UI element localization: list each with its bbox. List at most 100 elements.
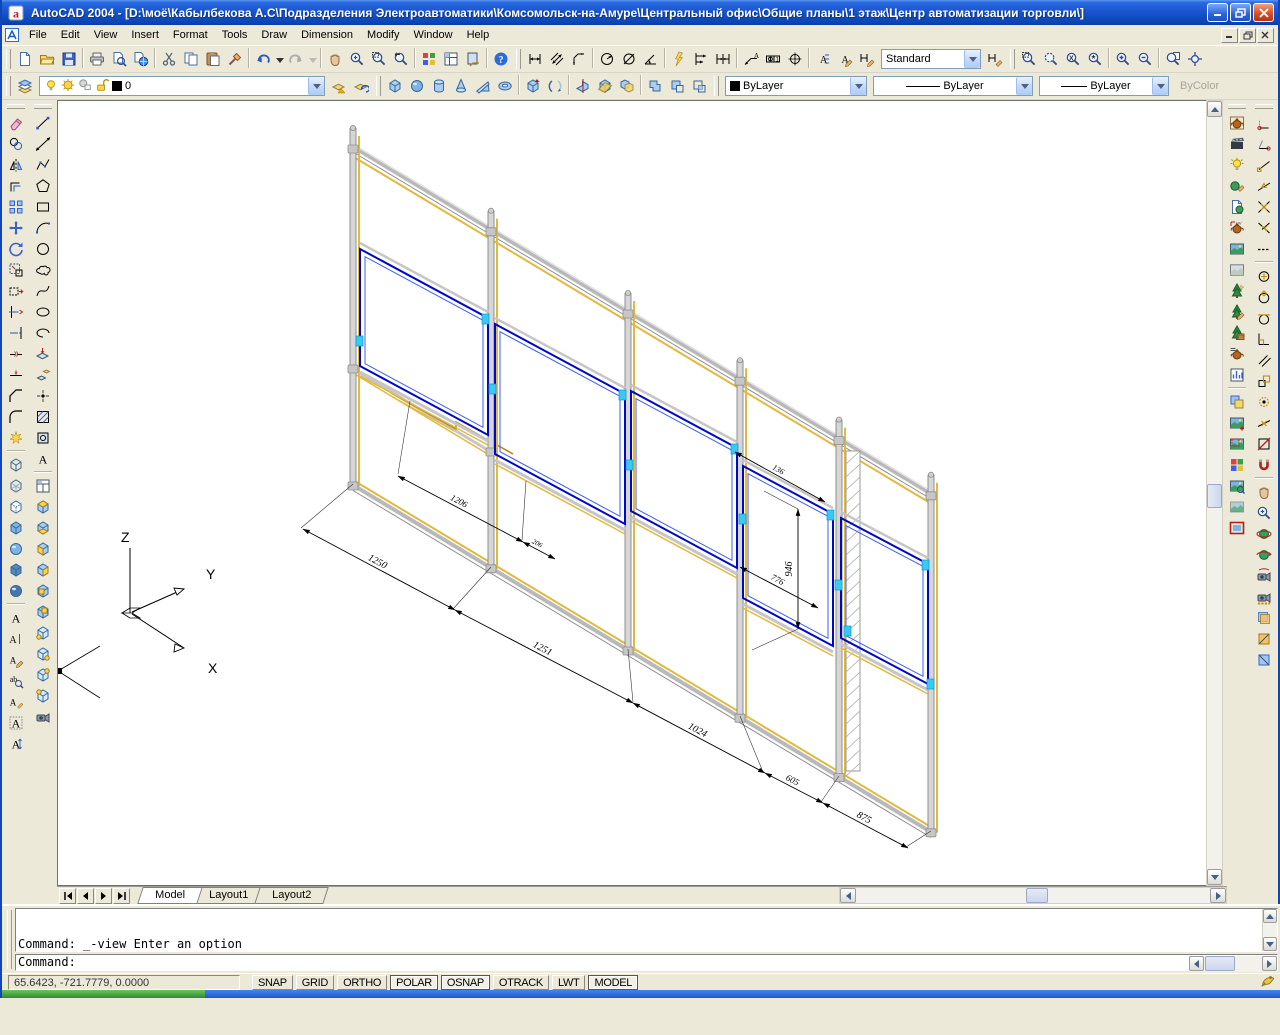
3d-back-clip-button[interactable]	[1253, 649, 1275, 670]
view-left-button[interactable]	[32, 538, 54, 559]
zoom-out-button[interactable]	[1134, 48, 1156, 70]
dim-aligned-button[interactable]	[546, 48, 568, 70]
view-right-button[interactable]	[32, 559, 54, 580]
3d-front-clip-button[interactable]	[1253, 628, 1275, 649]
materials-button[interactable]	[1226, 175, 1248, 196]
layer-manager-button[interactable]	[14, 75, 36, 97]
scale-button[interactable]	[5, 259, 27, 280]
dim-radius-button[interactable]	[596, 48, 618, 70]
toolbar-grip[interactable]	[34, 104, 52, 109]
plot-preview-button[interactable]	[108, 48, 130, 70]
draworder-button[interactable]	[1226, 391, 1248, 412]
justify-text-button[interactable]: A	[5, 733, 27, 754]
menu-insert[interactable]: Insert	[124, 26, 166, 44]
paste-button[interactable]	[202, 48, 224, 70]
render-button[interactable]	[1226, 112, 1248, 133]
break-button[interactable]	[5, 343, 27, 364]
snap-center-button[interactable]	[1253, 265, 1275, 286]
slice-button[interactable]	[572, 75, 594, 97]
revolve-button[interactable]	[544, 75, 566, 97]
spline-button[interactable]	[32, 280, 54, 301]
offset-button[interactable]	[5, 175, 27, 196]
statistics-button[interactable]	[1226, 364, 1248, 385]
redo-drop-button[interactable]	[307, 48, 318, 70]
polygon-button[interactable]	[32, 175, 54, 196]
mdi-minimize-button[interactable]	[1221, 28, 1238, 43]
cut-button[interactable]	[158, 48, 180, 70]
layer-on-off-icon[interactable]	[44, 78, 58, 95]
scroll-left-button[interactable]	[840, 888, 856, 903]
snap-node-button[interactable]	[1253, 391, 1275, 412]
vertical-scroll-thumb[interactable]	[1207, 484, 1222, 508]
menu-help[interactable]: Help	[460, 26, 497, 44]
dim-ordinate-button[interactable]	[568, 48, 590, 70]
ellipse-button[interactable]	[32, 301, 54, 322]
cone-button[interactable]	[450, 75, 472, 97]
quick-leader-button[interactable]: A	[740, 48, 762, 70]
close-button[interactable]	[1253, 3, 1274, 22]
landscape-library-button[interactable]	[1226, 322, 1248, 343]
line-button[interactable]	[32, 112, 54, 133]
move-button[interactable]	[5, 217, 27, 238]
snap-endpoint-button[interactable]	[1253, 154, 1275, 175]
qsave-button[interactable]	[58, 48, 80, 70]
snap-none-button[interactable]	[1253, 433, 1275, 454]
toggle-otrack[interactable]: OTRACK	[493, 975, 549, 990]
array-button[interactable]	[5, 196, 27, 217]
toolbar-grip[interactable]	[6, 76, 11, 96]
break-at-point-button[interactable]	[5, 364, 27, 385]
image-transparency-button[interactable]	[1226, 496, 1248, 517]
mirror-button[interactable]	[5, 154, 27, 175]
zoom-all-button[interactable]	[1162, 48, 1184, 70]
polyline-button[interactable]	[32, 154, 54, 175]
box-button[interactable]	[384, 75, 406, 97]
named-views-button[interactable]	[32, 475, 54, 496]
match-properties-button[interactable]	[224, 48, 246, 70]
view-front-button[interactable]	[32, 580, 54, 601]
landscape-edit-button[interactable]	[1226, 301, 1248, 322]
snap-nearest-button[interactable]	[1253, 412, 1275, 433]
horizontal-scroll-thumb[interactable]	[1026, 888, 1048, 903]
toggle-snap[interactable]: SNAP	[252, 975, 293, 990]
cylinder-button[interactable]	[428, 75, 450, 97]
construction-line-button[interactable]	[32, 133, 54, 154]
combo-arrow-icon[interactable]	[1016, 77, 1032, 95]
erase-button[interactable]	[5, 112, 27, 133]
toggle-grid[interactable]: GRID	[296, 975, 334, 990]
toolbar-grip[interactable]	[376, 76, 381, 96]
zoom-center-button[interactable]: *	[1084, 48, 1106, 70]
view-ne-iso-button[interactable]	[32, 664, 54, 685]
scroll-right-button[interactable]	[1210, 888, 1226, 903]
toggle-lwt[interactable]: LWT	[552, 975, 586, 990]
menu-view[interactable]: View	[87, 26, 125, 44]
dim-linear-button[interactable]	[524, 48, 546, 70]
multiline-text-button[interactable]: A	[32, 448, 54, 469]
background-button[interactable]	[1226, 238, 1248, 259]
tab-model[interactable]: Model	[137, 887, 202, 904]
copy-clip-button[interactable]	[180, 48, 202, 70]
properties-button[interactable]	[418, 48, 440, 70]
layer-lock-icon[interactable]	[95, 78, 109, 95]
fillet-button[interactable]	[5, 406, 27, 427]
minimize-button[interactable]	[1207, 3, 1228, 22]
scroll-down-button[interactable]	[1263, 937, 1277, 951]
shade-gouraud-button[interactable]	[5, 538, 27, 559]
render-preferences-button[interactable]	[1226, 343, 1248, 364]
section-button[interactable]	[594, 75, 616, 97]
zoom-realtime-button[interactable]	[346, 48, 368, 70]
scroll-up-button[interactable]	[1263, 909, 1277, 923]
scale-text-button[interactable]: A	[5, 712, 27, 733]
help-button[interactable]: ?	[490, 48, 512, 70]
snap-midpoint-button[interactable]	[1253, 175, 1275, 196]
toolbar-grip[interactable]	[714, 76, 719, 96]
shade-hidden-button[interactable]	[5, 496, 27, 517]
snap-insert-button[interactable]	[1253, 370, 1275, 391]
tolerance-button[interactable]: 1	[762, 48, 784, 70]
lights-button[interactable]	[1226, 154, 1248, 175]
view-bottom-button[interactable]	[32, 517, 54, 538]
subtract-button[interactable]	[666, 75, 688, 97]
menu-window[interactable]: Window	[406, 26, 459, 44]
zoom-previous-button[interactable]	[390, 48, 412, 70]
open-button[interactable]	[36, 48, 58, 70]
find-replace-button[interactable]: ab	[5, 670, 27, 691]
